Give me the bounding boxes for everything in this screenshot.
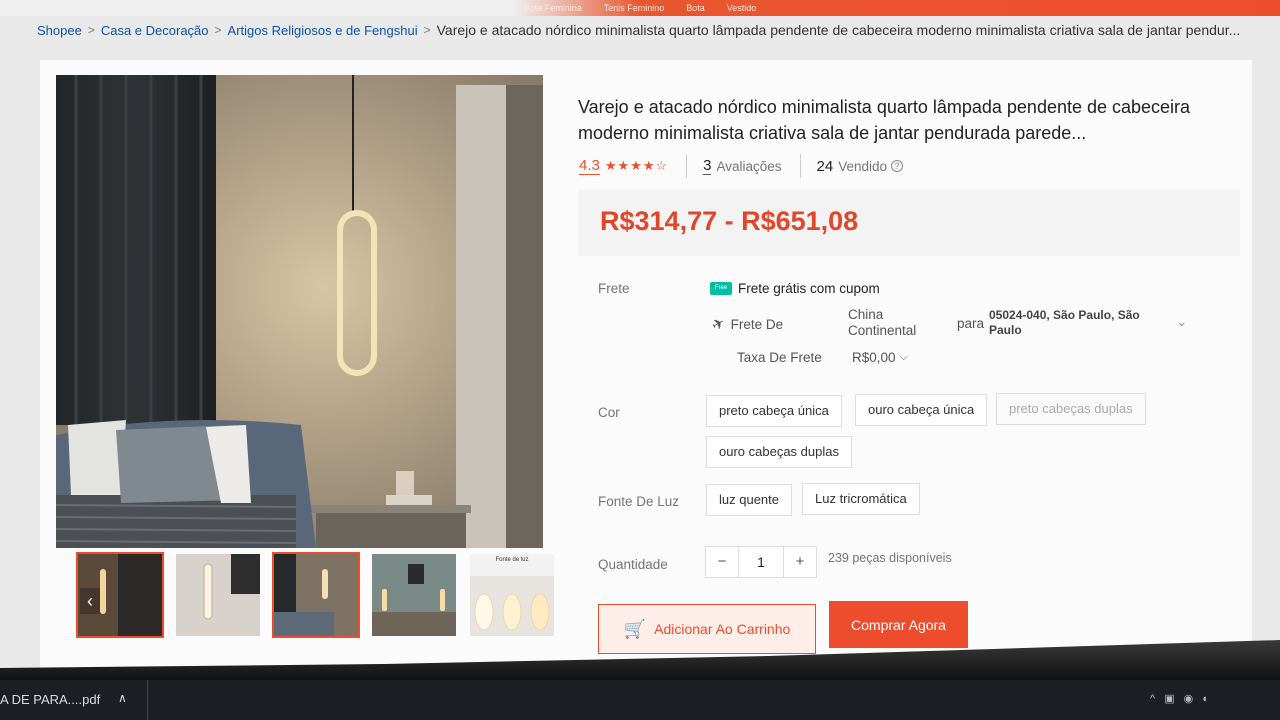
free-shipping-row: Free Frete grátis com cupom [710,281,880,296]
star-icon: ★ [617,158,631,173]
color-option-preto-cabeca-unica[interactable]: preto cabeça única [706,395,842,427]
top-nav: Bota Feminina Tenis Feminino Bota Vestid… [0,0,1280,16]
thumbnail-image [176,554,260,636]
quantity-label: Quantidade [598,557,668,572]
system-tray-icons[interactable]: ^ ▣ ◉ ◐ [1150,692,1212,705]
stock-available: 239 peças disponíveis [828,551,952,565]
breadcrumb-casa-decoracao[interactable]: Casa e Decoração [101,23,209,38]
rating-value[interactable]: 4.3 [579,157,600,175]
cart-icon: 🛒 [623,618,647,639]
star-icon: ★ [642,158,656,173]
star-icon: ☆ [655,158,669,173]
pendant-lamp-bedroom-photo [56,75,543,548]
divider [799,154,801,178]
top-nav-link[interactable]: Bota Feminina [524,3,582,13]
shipping-from-label: Frete De [730,316,784,332]
reviews-count[interactable]: 3 [703,157,712,175]
thumbnail-strip: Fonte de luz [76,552,556,644]
breadcrumb-shopee[interactable]: Shopee [37,23,82,38]
color-option-ouro-cabecas-duplas[interactable]: ouro cabeças duplas [706,436,852,468]
thumbnail-image [372,554,456,636]
thumbnail[interactable] [272,552,360,638]
price-box: R$314,77 - R$651,08 [578,190,1240,256]
sold-label: Vendido [838,158,888,174]
color-option-ouro-cabeca-unica[interactable]: ouro cabeça única [855,394,988,426]
taskbar: A DE PARA....pdf ∧ ^ ▣ ◉ ◐ [0,680,1280,720]
product-title: Varejo e atacado nórdico minimalista qua… [578,97,1191,143]
color-option-preto-cabecas-duplas[interactable]: preto cabeças duplas [996,393,1146,425]
light-option-luz-tricromatica[interactable]: Luz tricromática [802,483,920,515]
thumbnail-caption: Fonte de luz [495,557,529,563]
top-nav-link[interactable]: Tenis Feminino [604,3,665,13]
sold-count: 24 [816,157,834,175]
shipping-from-value: China Continental [848,307,917,338]
thumbnail-image [274,554,358,636]
add-to-cart-label: Adicionar Ao Carrinho [654,621,791,637]
divider [686,154,688,178]
top-nav-link[interactable]: Bota [686,3,705,13]
buy-now-button[interactable]: Comprar Agora [829,601,968,648]
product-stats: 4.3 ★★★★☆ 3 Avaliações 24 Vendido ? [579,153,904,179]
star-rating: ★★★★☆ [605,158,668,174]
shipping-label: Frete [598,281,630,296]
shipping-from-row: ✈ Frete De [709,314,784,335]
chevron-right-icon: > [423,23,431,37]
chevron-down-icon[interactable]: ⌄ [1176,314,1187,330]
thumbnail[interactable]: Fonte de luz [468,552,556,638]
breadcrumb: Shopee > Casa e Decoração > Artigos Reli… [37,18,1267,42]
chevron-left-icon[interactable]: ‹ [80,588,100,614]
color-label: Cor [598,405,620,420]
thumbnail[interactable] [174,552,262,638]
quantity-input[interactable]: 1 [738,547,784,577]
chevron-up-icon[interactable]: ∧ [118,691,127,705]
reviews-label: Avaliações [716,158,782,174]
plane-icon: ✈ [708,313,729,335]
quantity-stepper: − 1 + [705,546,817,578]
taskbar-download-file[interactable]: A DE PARA....pdf [0,692,100,707]
top-nav-link[interactable]: Vestido [727,3,757,13]
help-icon[interactable]: ? [891,160,904,172]
light-source-label: Fonte De Luz [598,494,680,509]
product-main-image[interactable] [56,75,543,548]
thumbnail-image [470,554,554,636]
quantity-increase-button[interactable]: + [784,547,816,577]
chevron-right-icon: > [87,23,95,37]
shipping-fee-label: Taxa De Frete [737,350,822,365]
breadcrumb-current: Varejo e atacado nórdico minimalista qua… [436,22,1241,38]
chevron-down-icon: ⌵ [899,351,908,363]
chevron-right-icon: > [214,23,222,37]
shipping-fee-value: R$0,00 [852,350,896,365]
star-icon: ★ [604,158,618,173]
star-icon: ★ [630,158,643,173]
quantity-decrease-button[interactable]: − [706,547,738,577]
price-range: R$314,77 - R$651,08 [600,206,859,236]
divider [147,680,148,720]
shipping-fee-row[interactable]: R$0,00 ⌵ [852,350,908,365]
add-to-cart-button[interactable]: 🛒 Adicionar Ao Carrinho [598,604,816,654]
truck-icon: Free [710,282,732,295]
light-option-luz-quente[interactable]: luz quente [706,484,792,516]
buy-now-label: Comprar Agora [851,616,946,633]
shipping-destination[interactable]: 05024-040, São Paulo, São Paulo [989,308,1159,338]
shipping-to-label: para [957,316,985,331]
breadcrumb-artigos-religiosos[interactable]: Artigos Religiosos e de Fengshui [228,23,418,38]
thumbnail[interactable] [370,552,458,638]
free-shipping-text: Frete grátis com cupom [738,281,880,296]
